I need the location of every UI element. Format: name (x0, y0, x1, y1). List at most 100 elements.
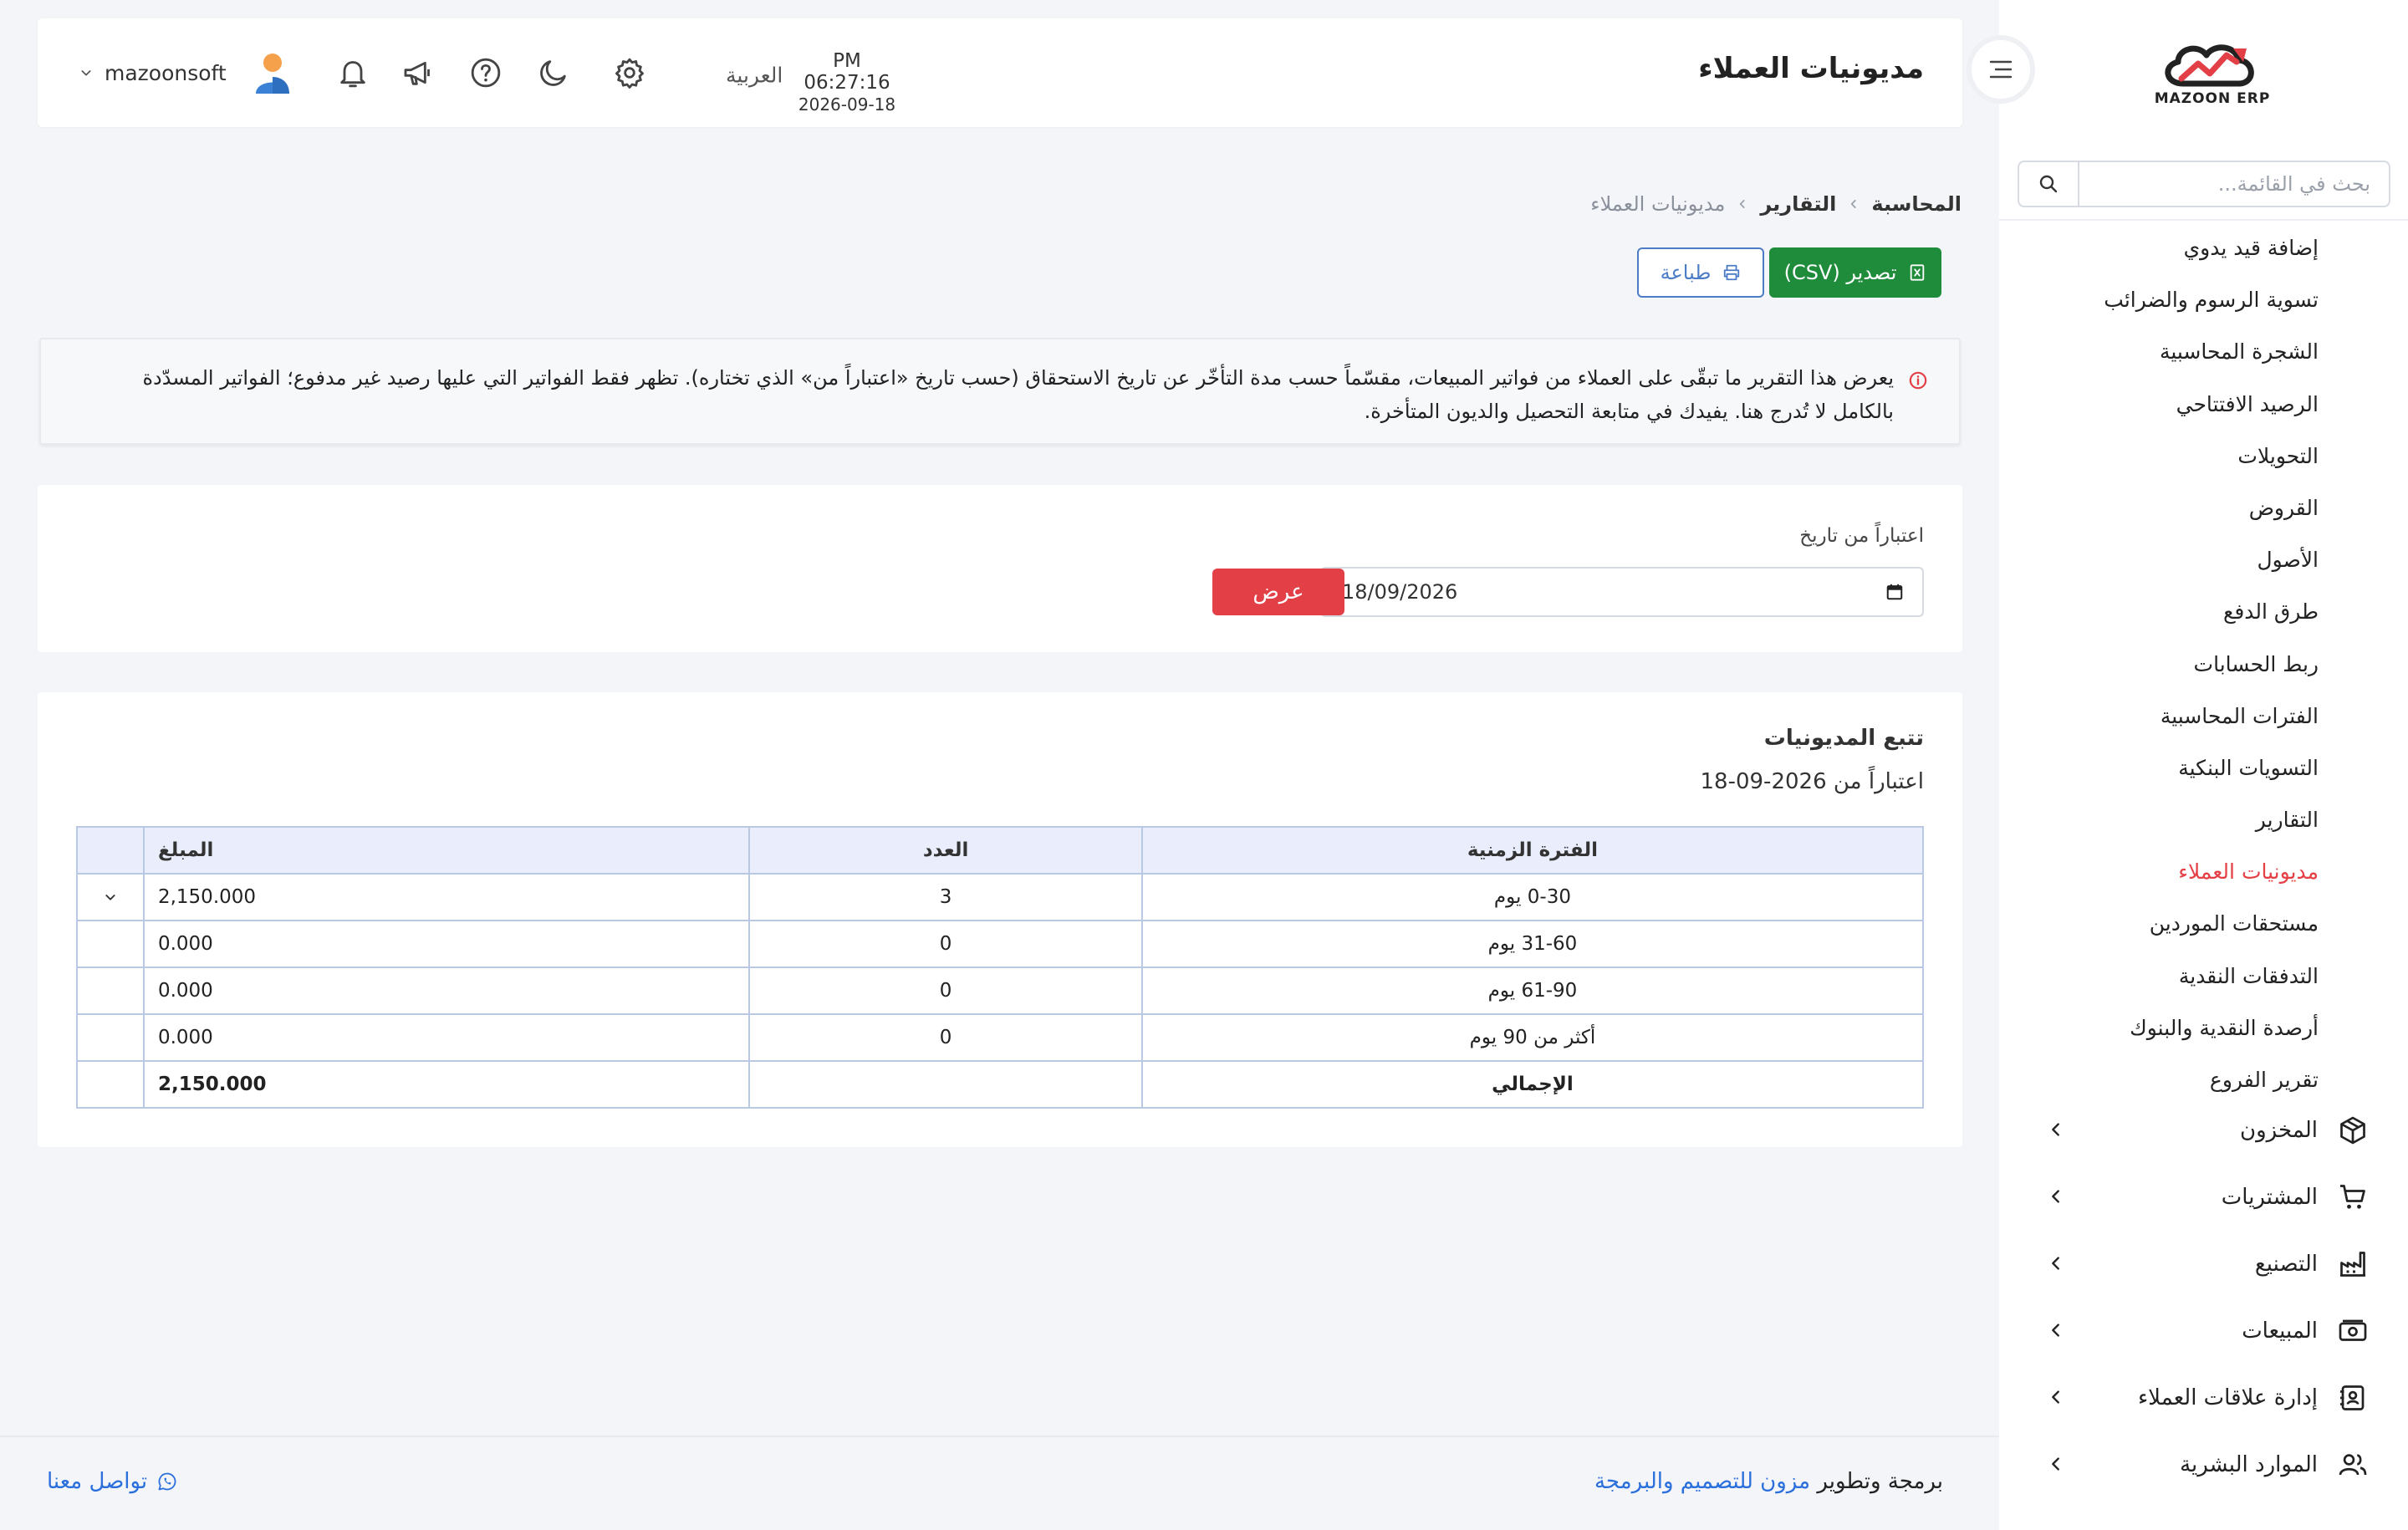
sidebar-section-inventory[interactable]: المخزون (1999, 1097, 2408, 1164)
chevron-left-icon (2052, 1390, 2059, 1404)
cell-period: 31-60 يوم (1140, 920, 1925, 968)
calendar-icon[interactable] (1885, 583, 1904, 601)
info-alert: يعرض هذا التقرير ما تبقّى على العملاء من… (39, 338, 1961, 445)
print-button[interactable]: طباعة (1637, 247, 1764, 298)
footer-credit: برمجة وتطوير مزون للتصميم والبرمجة (1594, 1469, 1943, 1494)
clock: PM 06:27:16 2026-09-18 (788, 50, 906, 115)
file-spreadsheet-icon (1911, 264, 1925, 281)
chevron-left-icon (2052, 1457, 2059, 1471)
report-subtitle: اعتباراً من 2026-09-18 (1700, 769, 1924, 794)
table-row: 0-30 يوم 3 2,150.000 (76, 873, 1925, 921)
username: mazoonsoft (105, 60, 227, 85)
breadcrumb-current: مديونيات العملاء (1590, 192, 1726, 216)
sidebar-section-crm[interactable]: إدارة علاقات العملاء (1999, 1364, 2408, 1431)
aging-table: الفترة الزمنية العدد المبلغ 0-30 يوم 3 2… (76, 826, 1925, 1109)
contacts-icon (2340, 1385, 2365, 1410)
bell-icon[interactable] (336, 56, 370, 89)
sidebar-toggle-button[interactable] (1967, 35, 2035, 104)
show-report-button[interactable]: عرض (1212, 569, 1344, 615)
help-icon[interactable] (469, 56, 503, 89)
info-icon (1909, 371, 1927, 390)
cell-amount: 0.000 (142, 920, 751, 968)
language-switch[interactable]: العربية (726, 64, 783, 88)
cart-icon (2340, 1185, 2365, 1209)
gear-icon[interactable] (613, 56, 646, 89)
contact-us-link[interactable]: تواصل معنا (47, 1469, 177, 1494)
sidebar-item-supplier-dues[interactable]: مستحقات الموردين (2018, 898, 2319, 950)
moon-icon[interactable] (537, 56, 570, 89)
sidebar-item-cash-flows[interactable]: التدفقات النقدية (2018, 951, 2319, 1002)
clock-time: PM 06:27:16 (804, 50, 890, 94)
sidebar-menu: إضافة قيد يدوي تسوية الرسوم والضرائب الش… (2018, 222, 2319, 1106)
sidebar-section-hr[interactable]: الموارد البشرية (1999, 1431, 2408, 1498)
cell-period: 0-30 يوم (1140, 873, 1925, 921)
sidebar-section-sales[interactable]: المبيعات (1999, 1298, 2408, 1364)
page-title: مديونيات العملاء (1698, 52, 1924, 85)
chevron-left-icon (2052, 1257, 2059, 1270)
sidebar-item-assets[interactable]: الأصول (2018, 534, 2319, 586)
chevron-down-icon[interactable] (104, 890, 117, 904)
user-menu[interactable]: mazoonsoft (79, 52, 292, 94)
footer-divider (0, 1436, 1999, 1437)
table-total-row: الإجمالي 2,150.000 (76, 1060, 1925, 1109)
sidebar-item-fees-taxes-settlement[interactable]: تسوية الرسوم والضرائب (2018, 274, 2319, 326)
sidebar-item-accounting-periods[interactable]: الفترات المحاسبية (2018, 691, 2319, 742)
sidebar: MAZOON ERP إضافة قيد يدوي تسوية الرسوم و… (1999, 0, 2408, 1530)
sidebar-item-add-manual-entry[interactable]: إضافة قيد يدوي (2018, 222, 2319, 274)
cell-amount: 0.000 (142, 1013, 751, 1062)
section-label: المبيعات (2242, 1318, 2318, 1344)
cell-expand (76, 966, 145, 1015)
mazoon-erp-logo[interactable]: MAZOON ERP (2150, 37, 2275, 112)
sidebar-item-opening-balance[interactable]: الرصيد الافتتاحي (2018, 379, 2319, 431)
as-of-date-input[interactable]: 18/09/2026 (1320, 567, 1924, 617)
search-icon[interactable] (2019, 162, 2079, 206)
sidebar-divider (1999, 219, 2408, 221)
sidebar-item-link-accounts[interactable]: ربط الحسابات (2018, 639, 2319, 691)
sidebar-search-input[interactable] (2081, 162, 2389, 206)
sidebar-item-bank-reconciliations[interactable]: التسويات البنكية (2018, 742, 2319, 794)
column-header-period: الفترة الزمنية (1140, 826, 1925, 875)
sidebar-item-payment-methods[interactable]: طرق الدفع (2018, 586, 2319, 638)
export-csv-button[interactable]: تصدير (CSV) (1769, 247, 1941, 298)
sidebar-item-reports[interactable]: التقارير (2018, 794, 2319, 846)
cell-expand[interactable] (76, 873, 145, 921)
column-header-expand (76, 826, 145, 875)
report-title: تتبع المديونيات (1763, 726, 1924, 751)
as-of-date-label: اعتباراً من تاريخ (1799, 525, 1924, 547)
megaphone-icon[interactable] (401, 56, 435, 89)
cell-expand (76, 1060, 145, 1109)
sidebar-item-chart-of-accounts[interactable]: الشجرة المحاسبية (2018, 326, 2319, 378)
table-header-row: الفترة الزمنية العدد المبلغ (76, 826, 1925, 875)
cell-amount: 2,150.000 (142, 873, 751, 921)
clock-date: 2026-09-18 (798, 94, 896, 115)
chevron-left-icon (1851, 200, 1857, 208)
cell-total-count (748, 1060, 1143, 1109)
print-label: طباعة (1660, 261, 1712, 284)
breadcrumb-accounting[interactable]: المحاسبة (1871, 192, 1962, 216)
factory-icon (2340, 1252, 2365, 1277)
sidebar-section-manufacturing[interactable]: التصنيع (1999, 1231, 2408, 1298)
logo-cloud-icon (2165, 44, 2254, 87)
section-label: التصنيع (2254, 1252, 2318, 1277)
sidebar-section-purchases[interactable]: المشتريات (1999, 1164, 2408, 1231)
cell-expand (76, 920, 145, 968)
sidebar-item-cash-bank-balances[interactable]: أرصدة النقدية والبنوك (2018, 1002, 2319, 1054)
filter-card: اعتباراً من تاريخ 18/09/2026 عرض (38, 485, 1962, 652)
info-alert-text: يعرض هذا التقرير ما تبقّى على العملاء من… (142, 366, 1894, 423)
column-header-amount: المبلغ (142, 826, 751, 875)
table-row: 31-60 يوم 0 0.000 (76, 920, 1925, 968)
cash-icon (2339, 1319, 2367, 1341)
sidebar-item-transfers[interactable]: التحويلات (2018, 431, 2319, 482)
column-header-count: العدد (748, 826, 1143, 875)
cell-count: 0 (748, 920, 1143, 968)
whatsapp-icon (158, 1472, 176, 1491)
users-icon (2339, 1454, 2367, 1476)
breadcrumb-reports[interactable]: التقارير (1760, 192, 1836, 216)
sidebar-item-loans[interactable]: القروض (2018, 482, 2319, 534)
chevron-left-icon (2052, 1323, 2059, 1337)
cell-count: 3 (748, 873, 1143, 921)
footer-credit-link[interactable]: مزون للتصميم والبرمجة (1594, 1469, 1810, 1494)
cell-total-label: الإجمالي (1140, 1060, 1925, 1109)
sidebar-item-customer-debts[interactable]: مديونيات العملاء (2018, 846, 2319, 898)
cell-amount: 0.000 (142, 966, 751, 1015)
